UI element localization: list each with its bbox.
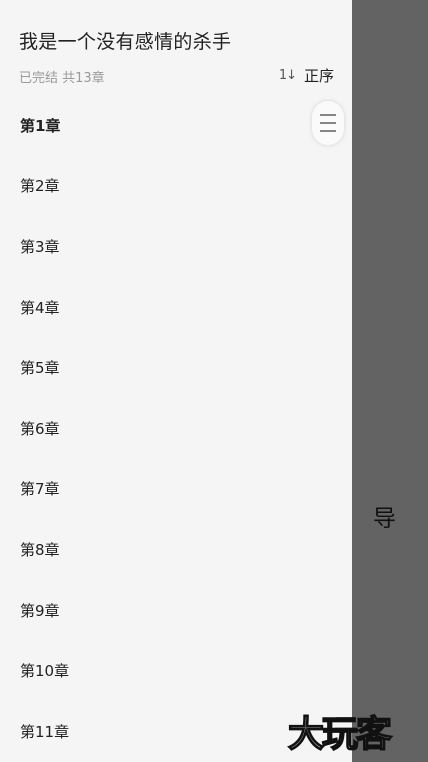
chapter-item[interactable]: 第8章 xyxy=(0,519,352,580)
watermark-logo: 大玩客 xyxy=(287,712,393,756)
sort-order-label: 正序 xyxy=(303,67,334,85)
chapter-drawer: 我是一个没有感情的杀手 已完结 共13章 1↓ 正序 第1章 第2章 第3章 第… xyxy=(0,0,352,762)
chapter-item[interactable]: 第7章 xyxy=(0,459,352,520)
chapter-item[interactable]: 第10章 xyxy=(0,640,352,701)
menu-lines-icon xyxy=(320,114,336,132)
sort-order-toggle[interactable]: 1↓ 正序 xyxy=(279,65,334,86)
chapter-item[interactable]: 第6章 xyxy=(0,398,352,459)
book-title: 我是一个没有感情的杀手 xyxy=(19,31,232,53)
sort-order-icon: 1↓ xyxy=(278,68,297,83)
chapter-item[interactable]: 第1章 xyxy=(0,95,352,156)
chapter-item[interactable]: 第2章 xyxy=(0,156,352,217)
chapter-item[interactable]: 第3章 xyxy=(0,216,352,277)
chapter-list: 第1章 第2章 第3章 第4章 第5章 第6章 第7章 第8章 第9章 第10章… xyxy=(0,95,352,762)
scroll-index-handle[interactable] xyxy=(312,101,344,145)
book-status: 已完结 共13章 xyxy=(19,71,105,86)
chapter-item[interactable]: 第4章 xyxy=(0,277,352,338)
chapter-item[interactable]: 第9章 xyxy=(0,580,352,641)
overlay-nav-glyph: 导 xyxy=(373,506,396,532)
chapter-item[interactable]: 第5章 xyxy=(0,337,352,398)
